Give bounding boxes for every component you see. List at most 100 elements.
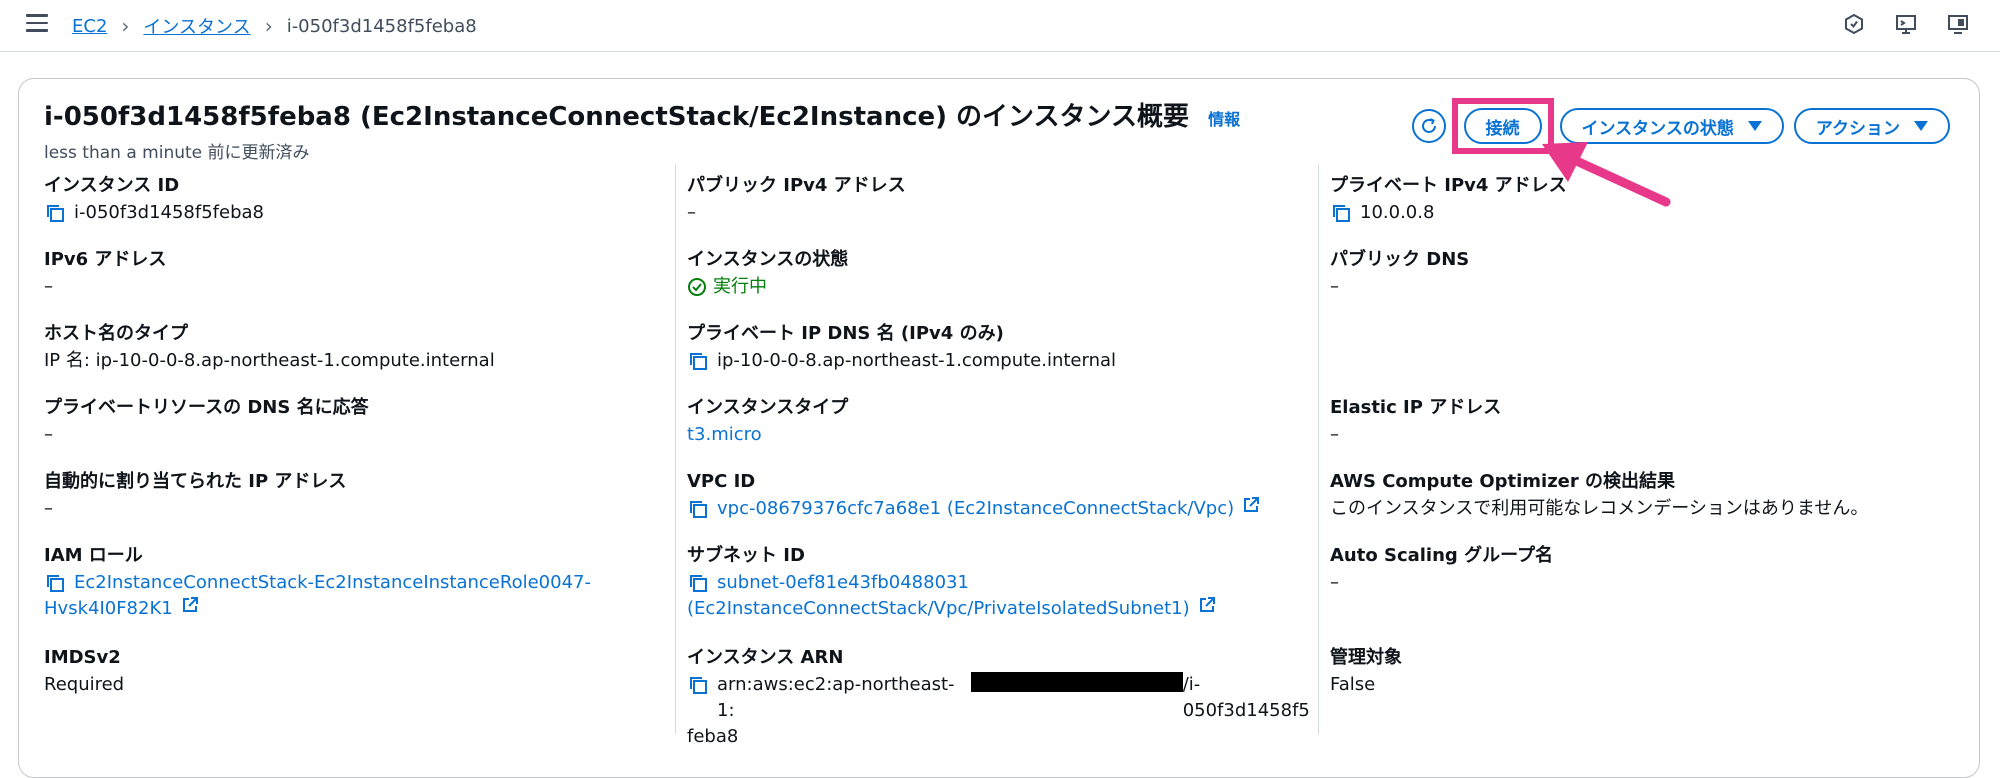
instance-arn-prefix: arn:aws:ec2:ap-northeast-1:	[717, 674, 955, 721]
instance-state-dropdown-label: インスタンスの状態	[1581, 118, 1734, 139]
breadcrumb-ec2-link[interactable]: EC2	[72, 16, 107, 37]
field-value: IP 名: ip-10-0-0-8.ap-northeast-1.compute…	[44, 350, 495, 371]
private-ip-dns-value: ip-10-0-0-8.ap-northeast-1.compute.inter…	[717, 350, 1117, 371]
field-label: VPC ID	[687, 471, 756, 492]
breadcrumb: EC2 › インスタンス › i-050f3d1458f5feba8	[72, 13, 477, 39]
column-divider	[675, 164, 676, 734]
redacted-account-id	[971, 672, 1183, 692]
info-link[interactable]: 情報	[1208, 110, 1240, 129]
notifications-icon[interactable]	[1842, 12, 1866, 36]
field-label: インスタンスタイプ	[687, 397, 849, 418]
copy-icon[interactable]	[687, 350, 709, 372]
external-link-icon	[1244, 497, 1260, 512]
external-link-icon	[182, 597, 198, 612]
copy-icon[interactable]	[1330, 202, 1352, 224]
instance-arn-suffix: /i-050f3d1458f5	[1182, 674, 1310, 721]
subnet-id-link[interactable]: subnet-0ef81e43fb0488031	[717, 570, 969, 596]
field-value: False	[1330, 674, 1376, 695]
field-value: このインスタンスで利用可能なレコメンデーションはありません。	[1330, 498, 1869, 519]
split-panel-icon[interactable]	[1894, 12, 1918, 36]
field-label: AWS Compute Optimizer の検出結果	[1330, 471, 1676, 492]
field-value: –	[1330, 424, 1339, 445]
field-instance-type: インスタンスタイプ t3.micro	[687, 396, 848, 448]
breadcrumb-current: i-050f3d1458f5feba8	[286, 15, 477, 37]
field-managed: 管理対象 False	[1330, 646, 1402, 698]
field-value: Ec2InstanceConnectStack-Ec2InstanceInsta…	[44, 570, 591, 596]
menu-icon[interactable]	[26, 14, 48, 34]
field-label: Elastic IP アドレス	[1330, 397, 1502, 418]
subnet-id-link[interactable]: (Ec2InstanceConnectStack/Vpc/PrivateIsol…	[687, 596, 1190, 622]
field-label: IAM ロール	[44, 545, 143, 566]
iam-role-link[interactable]: Hvsk4I0F82K1	[44, 596, 173, 622]
field-private-ip-dns: プライベート IP DNS 名 (IPv4 のみ) ip-10-0-0-8.ap…	[687, 322, 1116, 374]
field-public-ipv4: パブリック IPv4 アドレス –	[687, 174, 906, 226]
field-public-dns: パブリック DNS –	[1330, 248, 1469, 300]
field-label: プライベート IPv4 アドレス	[1330, 175, 1567, 196]
field-value: ip-10-0-0-8.ap-northeast-1.compute.inter…	[687, 348, 1116, 374]
field-value: arn:aws:ec2:ap-northeast-1: /i-050f3d145…	[687, 672, 1327, 724]
refresh-button[interactable]	[1411, 109, 1446, 143]
field-label: ホスト名のタイプ	[44, 323, 188, 344]
field-label: Auto Scaling グループ名	[1330, 545, 1553, 566]
breadcrumb-instances-link[interactable]: インスタンス	[143, 13, 250, 39]
field-private-dns-response: プライベートリソースの DNS 名に応答 –	[44, 396, 369, 448]
field-label: プライベートリソースの DNS 名に応答	[44, 397, 369, 418]
external-link-icon	[1199, 597, 1215, 612]
field-instance-state: インスタンスの状態 実行中	[687, 248, 848, 300]
help-panel-icon[interactable]	[1946, 12, 1970, 36]
top-icons	[1842, 12, 1970, 36]
field-label: プライベート IP DNS 名 (IPv4 のみ)	[687, 323, 1004, 344]
private-ipv4-value: 10.0.0.8	[1360, 202, 1435, 223]
instance-id-value: i-050f3d1458f5feba8	[74, 202, 264, 223]
instance-state-value: 実行中	[713, 276, 767, 297]
iam-role-link[interactable]: Ec2InstanceConnectStack-Ec2InstanceInsta…	[74, 570, 591, 596]
field-value: –	[44, 276, 53, 297]
field-value: i-050f3d1458f5feba8	[44, 200, 264, 226]
field-label: インスタンス ID	[44, 175, 180, 196]
field-private-ipv4: プライベート IPv4 アドレス 10.0.0.8	[1330, 174, 1567, 226]
field-label: サブネット ID	[687, 545, 805, 566]
field-value: –	[1330, 276, 1339, 297]
field-label: IPv6 アドレス	[44, 249, 167, 270]
field-value: 実行中	[687, 274, 848, 300]
field-value: subnet-0ef81e43fb0488031	[687, 570, 1216, 596]
field-auto-ip: 自動的に割り当てられた IP アドレス –	[44, 470, 346, 522]
field-hostname-type: ホスト名のタイプ IP 名: ip-10-0-0-8.ap-northeast-…	[44, 322, 495, 374]
field-label: インスタンス ARN	[687, 647, 844, 668]
copy-icon[interactable]	[44, 202, 66, 224]
field-value: –	[1330, 572, 1339, 593]
field-auto-scaling-group: Auto Scaling グループ名 –	[1330, 544, 1553, 596]
field-value: vpc-08679376cfc7a68e1 (Ec2InstanceConnec…	[687, 496, 1260, 522]
actions-dropdown[interactable]: アクション	[1793, 108, 1950, 144]
status-running-icon	[688, 278, 706, 296]
last-updated-text: less than a minute 前に更新済み	[44, 143, 310, 163]
field-value: –	[44, 424, 53, 445]
field-label: パブリック DNS	[1330, 249, 1470, 270]
field-value: Required	[44, 674, 125, 695]
field-value: Hvsk4I0F82K1	[44, 596, 591, 622]
field-iam-role: IAM ロール Ec2InstanceConnectStack-Ec2Insta…	[44, 544, 591, 622]
copy-icon[interactable]	[687, 572, 709, 594]
field-value: –	[687, 202, 696, 223]
caret-down-icon	[1747, 121, 1762, 131]
top-navigation-bar: EC2 › インスタンス › i-050f3d1458f5feba8	[0, 0, 2000, 52]
field-compute-optimizer: AWS Compute Optimizer の検出結果 このインスタンスで利用可…	[1330, 470, 1868, 522]
field-value: –	[44, 498, 53, 519]
instance-arn-line2: feba8	[687, 726, 739, 747]
page-title-text: i-050f3d1458f5feba8 (Ec2InstanceConnectS…	[44, 102, 1190, 132]
field-subnet-id: サブネット ID subnet-0ef81e43fb0488031 (Ec2In…	[687, 544, 1216, 622]
page-title: i-050f3d1458f5feba8 (Ec2InstanceConnectS…	[44, 96, 1240, 133]
field-value: (Ec2InstanceConnectStack/Vpc/PrivateIsol…	[687, 596, 1216, 622]
field-value: 10.0.0.8	[1330, 200, 1567, 226]
field-imdsv2: IMDSv2 Required	[44, 646, 124, 698]
field-label: パブリック IPv4 アドレス	[687, 175, 906, 196]
vpc-id-link[interactable]: vpc-08679376cfc7a68e1 (Ec2InstanceConnec…	[717, 496, 1234, 522]
copy-icon[interactable]	[44, 572, 66, 594]
copy-icon[interactable]	[687, 674, 709, 696]
instance-type-link[interactable]: t3.micro	[687, 422, 848, 448]
copy-icon[interactable]	[687, 498, 709, 520]
field-label: 管理対象	[1330, 647, 1402, 668]
connect-button-label: 接続	[1485, 118, 1520, 139]
chevron-right-icon: ›	[121, 14, 130, 38]
refresh-icon	[1421, 118, 1436, 133]
